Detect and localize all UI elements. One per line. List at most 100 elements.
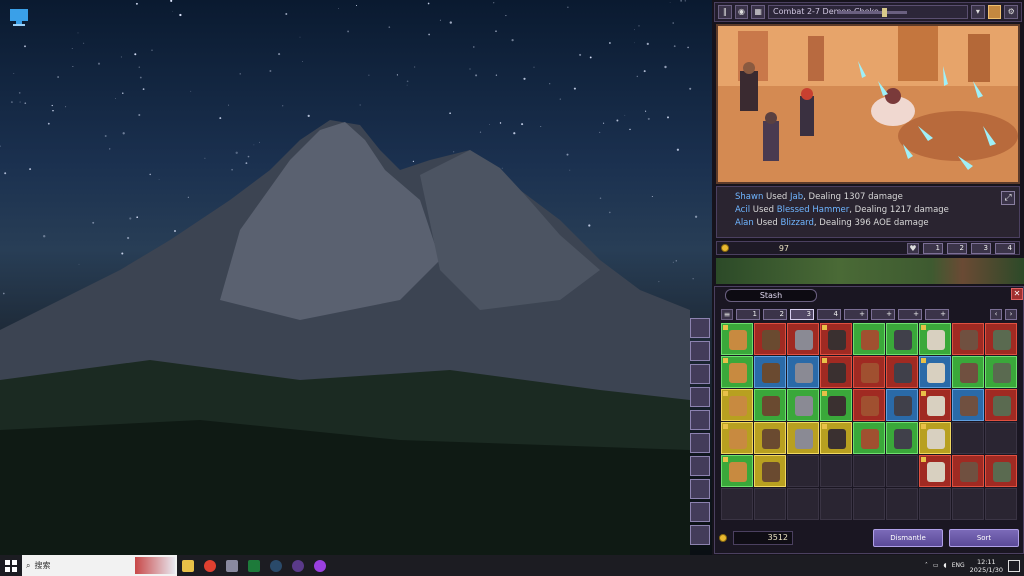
stash-tab-4[interactable]: 4 (817, 309, 841, 320)
stash-slot-empty[interactable] (853, 488, 885, 520)
sword-icon[interactable] (690, 410, 710, 430)
stash-item-slot[interactable] (721, 455, 753, 487)
notification-icon[interactable] (1008, 559, 1020, 572)
stash-item-slot[interactable] (721, 323, 753, 355)
stash-item-slot[interactable] (919, 356, 951, 388)
stash-slot-empty[interactable] (919, 488, 951, 520)
stash-tab-1[interactable]: 1 (736, 309, 760, 320)
chrome-icon[interactable] (199, 555, 221, 576)
game-icon[interactable] (287, 555, 309, 576)
stash-tab-add-4[interactable]: + (925, 309, 949, 320)
steam-icon[interactable] (265, 555, 287, 576)
stash-item-slot[interactable] (919, 389, 951, 421)
stash-slot-empty[interactable] (985, 488, 1017, 520)
stash-item-slot[interactable] (952, 356, 984, 388)
speed-slider[interactable] (837, 11, 908, 14)
start-button[interactable] (0, 555, 22, 576)
clock[interactable]: 12:11 2025/1/30 (970, 558, 1003, 574)
stash-item-slot[interactable] (952, 389, 984, 421)
stash-item-slot[interactable] (919, 422, 951, 454)
settings-icon[interactable] (690, 525, 710, 545)
boss-button[interactable] (987, 5, 1002, 19)
stash-item-slot[interactable] (754, 323, 786, 355)
speed-dropdown-button[interactable]: ▾ (971, 5, 985, 19)
stash-item-slot[interactable] (886, 323, 918, 355)
app-cube-icon[interactable] (221, 555, 243, 576)
stash-slot-empty[interactable] (985, 422, 1017, 454)
stash-tab-add-1[interactable]: + (844, 309, 868, 320)
stash-slot-empty[interactable] (820, 488, 852, 520)
stash-item-slot[interactable] (787, 389, 819, 421)
stash-slot-empty[interactable] (721, 488, 753, 520)
purple-app-icon[interactable] (309, 555, 331, 576)
character-icon[interactable] (690, 364, 710, 384)
collapse-icon[interactable] (690, 318, 710, 338)
stash-close-button[interactable]: ✕ (1011, 288, 1023, 300)
stash-item-slot[interactable] (820, 323, 852, 355)
stash-slot-empty[interactable] (754, 488, 786, 520)
stash-item-slot[interactable] (919, 455, 951, 487)
stats-icon[interactable] (690, 502, 710, 522)
party-slot-3[interactable]: 3 (971, 242, 991, 254)
stash-item-slot[interactable] (820, 422, 852, 454)
auto-button[interactable]: ◉ (734, 5, 749, 19)
stash-slot-empty[interactable] (787, 488, 819, 520)
stash-item-slot[interactable] (787, 422, 819, 454)
settings-button[interactable]: ⚙ (1004, 5, 1019, 19)
stash-item-slot[interactable] (985, 455, 1017, 487)
stash-tab-2[interactable]: 2 (763, 309, 787, 320)
party-slot-4[interactable]: 4 (995, 242, 1015, 254)
stash-item-slot[interactable] (886, 389, 918, 421)
stash-item-slot[interactable] (754, 389, 786, 421)
filter-icon[interactable]: ≡ (721, 309, 733, 320)
party-slot-2[interactable]: 2 (947, 242, 967, 254)
shop-icon[interactable] (690, 479, 710, 499)
map-button[interactable]: ▦ (751, 5, 766, 19)
stash-slot-empty[interactable] (886, 455, 918, 487)
stash-slot-empty[interactable] (820, 455, 852, 487)
ime-indicator[interactable]: ENG (952, 562, 965, 569)
network-icon[interactable]: ▭ (933, 562, 939, 569)
skills-icon[interactable] (690, 387, 710, 407)
tab-prev-button[interactable]: ‹ (990, 309, 1002, 320)
stash-item-slot[interactable] (820, 356, 852, 388)
taskbar-search[interactable]: ⌕ 搜索 (22, 555, 177, 576)
stash-item-slot[interactable] (853, 356, 885, 388)
stash-item-slot[interactable] (886, 356, 918, 388)
stash-item-slot[interactable] (952, 323, 984, 355)
log-expand-button[interactable]: ⤢ (1001, 191, 1015, 205)
quest-icon[interactable] (690, 433, 710, 453)
stash-item-slot[interactable] (985, 323, 1017, 355)
tab-next-button[interactable]: › (1005, 309, 1017, 320)
pause-button[interactable]: ‖ (718, 5, 732, 19)
stash-item-slot[interactable] (919, 323, 951, 355)
stash-item-slot[interactable] (853, 323, 885, 355)
dismantle-button[interactable]: Dismantle (873, 529, 943, 547)
stash-item-slot[interactable] (985, 356, 1017, 388)
stash-item-slot[interactable] (721, 422, 753, 454)
stash-slot-empty[interactable] (952, 422, 984, 454)
heart-icon[interactable]: ♥ (907, 242, 919, 254)
stash-item-slot[interactable] (853, 389, 885, 421)
crafting-icon[interactable] (690, 456, 710, 476)
chevron-up-icon[interactable]: ˄ (925, 562, 928, 569)
stash-tab-3[interactable]: 3 (790, 309, 814, 320)
stash-tab-add-2[interactable]: + (871, 309, 895, 320)
stash-item-slot[interactable] (721, 356, 753, 388)
speed-slider-knob[interactable] (882, 8, 888, 17)
stash-item-slot[interactable] (754, 356, 786, 388)
stash-item-slot[interactable] (787, 323, 819, 355)
this-pc-icon[interactable] (8, 6, 30, 28)
stash-item-slot[interactable] (853, 422, 885, 454)
volume-icon[interactable]: ◖ (944, 562, 947, 569)
file-explorer-icon[interactable] (177, 555, 199, 576)
stash-item-slot[interactable] (952, 455, 984, 487)
stash-slot-empty[interactable] (952, 488, 984, 520)
stash-item-slot[interactable] (820, 389, 852, 421)
stash-item-slot[interactable] (886, 422, 918, 454)
stash-item-slot[interactable] (721, 389, 753, 421)
stash-slot-empty[interactable] (886, 488, 918, 520)
stash-item-slot[interactable] (985, 389, 1017, 421)
stash-item-slot[interactable] (754, 455, 786, 487)
excel-icon[interactable] (243, 555, 265, 576)
